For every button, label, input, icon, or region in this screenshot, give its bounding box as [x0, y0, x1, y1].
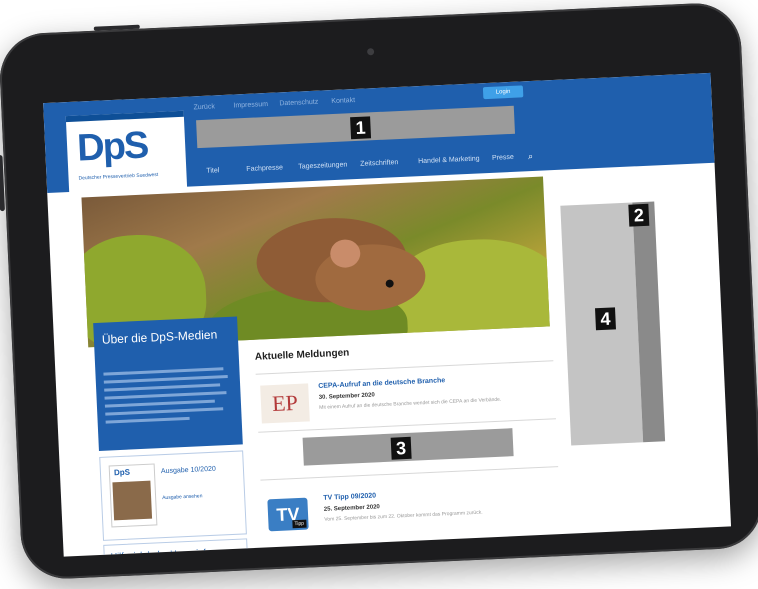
redaction-badge-2: 2: [628, 203, 650, 227]
divider: [260, 466, 559, 481]
text-line: [103, 375, 228, 384]
thumb-logo: DpS: [113, 467, 131, 478]
text-line: [104, 399, 215, 408]
login-button[interactable]: Login: [482, 85, 524, 100]
news-item-logo: EP: [260, 383, 310, 424]
top-link-contact[interactable]: Kontakt: [331, 97, 355, 105]
nav-item-presse[interactable]: Presse: [492, 154, 514, 162]
help-card[interactable]: Hilfe, ich habe Ungeziefer: [103, 538, 249, 557]
nav-item-titel[interactable]: Titel: [206, 167, 219, 175]
logo-subtitle: Deutscher Pressevertrieb Suedwest: [78, 171, 159, 182]
text-line: [104, 391, 227, 400]
text-line: [105, 407, 224, 416]
news-item-title[interactable]: TV Tipp 09/2020: [323, 492, 376, 501]
tablet-frame: Zurück Impressum Datenschutz Kontakt Log…: [0, 1, 758, 581]
top-link-back[interactable]: Zurück: [193, 103, 215, 111]
tablet-screen: Zurück Impressum Datenschutz Kontakt Log…: [43, 72, 732, 557]
news-item-logo-sub: Tipp: [292, 519, 307, 529]
search-icon[interactable]: ⌕: [528, 151, 534, 162]
nav-item-handel[interactable]: Handel & Marketing: [418, 155, 480, 165]
top-link-impressum[interactable]: Impressum: [233, 101, 268, 110]
redaction-badge-1: 1: [350, 116, 372, 140]
issue-thumbnail: DpS: [108, 463, 158, 528]
divider: [255, 360, 554, 375]
help-title: Hilfe, ich habe Ungeziefer: [110, 546, 214, 557]
site-logo[interactable]: DpS Deutscher Pressevertrieb Suedwest: [65, 110, 188, 195]
news-item-title[interactable]: CEPA-Aufruf an die deutsche Branche: [318, 377, 445, 390]
text-line: [105, 416, 190, 424]
about-title: Über die DpS-Medien: [101, 327, 218, 347]
text-line: [103, 367, 224, 376]
issue-card[interactable]: DpS Ausgabe 10/2020 Ausgabe ansehen: [99, 450, 247, 541]
text-line: [104, 383, 221, 392]
nav-item-zeitschriften[interactable]: Zeitschriften: [360, 159, 398, 168]
tablet-side-button: [0, 155, 5, 212]
issue-label: Ausgabe 10/2020: [160, 465, 216, 476]
tablet-top-button: [93, 24, 140, 31]
logo-text: DpS: [76, 124, 149, 170]
redaction-badge-4: 4: [595, 307, 616, 331]
top-link-privacy[interactable]: Datenschutz: [279, 99, 318, 108]
news-item-date: 25. September 2020: [323, 504, 380, 513]
news-heading: Aktuelle Meldungen: [254, 347, 350, 363]
tablet-camera: [366, 48, 375, 56]
nav-item-fachpresse[interactable]: Fachpresse: [246, 164, 283, 173]
redaction-badge-3: 3: [390, 436, 412, 460]
nav-item-tageszeitungen[interactable]: Tageszeitungen: [298, 161, 347, 170]
news-item-date: 30. September 2020: [318, 392, 375, 401]
issue-link[interactable]: Ausgabe ansehen: [162, 493, 203, 501]
about-card[interactable]: Über die DpS-Medien: [93, 316, 243, 451]
thumb-image: [112, 480, 153, 521]
